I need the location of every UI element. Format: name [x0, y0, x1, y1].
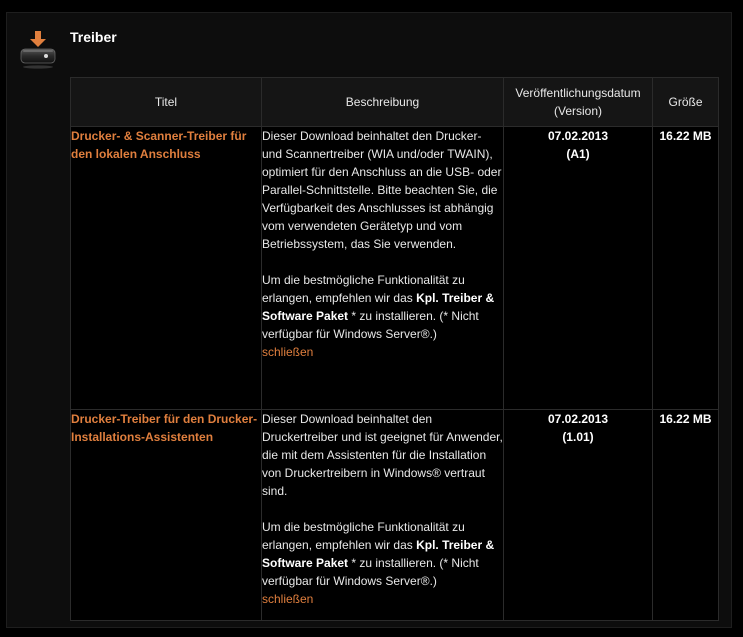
- recommendation-note: Um die bestmögliche Funktionalität zu er…: [262, 518, 503, 608]
- release-date: 07.02.2013 (1.01): [503, 409, 653, 621]
- table-row: Drucker- & Scanner-Treiber für den lokal…: [70, 126, 719, 410]
- close-link[interactable]: schließen: [262, 345, 313, 359]
- hard-drive-download-icon: [20, 31, 56, 69]
- section-title: Treiber: [70, 29, 117, 45]
- column-header-version-label: (Version): [553, 104, 603, 118]
- release-date-value: 07.02.2013: [547, 412, 609, 426]
- release-date: 07.02.2013 (A1): [503, 126, 653, 410]
- file-size: 16.22 MB: [652, 409, 719, 621]
- driver-description: Dieser Download beinhaltet den Druckertr…: [261, 409, 504, 621]
- description-text: Dieser Download beinhaltet den Druckertr…: [262, 412, 503, 498]
- column-header-date-label: Veröffentlichungsdatum: [515, 86, 641, 100]
- table-header-row: Titel Beschreibung Veröffentlichungsdatu…: [70, 77, 719, 127]
- file-size: 16.22 MB: [652, 126, 719, 410]
- driver-title-link[interactable]: Drucker- & Scanner-Treiber für den lokal…: [70, 126, 262, 410]
- column-header-description: Beschreibung: [261, 77, 504, 127]
- release-date-value: 07.02.2013: [547, 129, 609, 143]
- description-text: Dieser Download beinhaltet den Drucker- …: [262, 129, 502, 251]
- column-header-title: Titel: [70, 77, 262, 127]
- close-link[interactable]: schließen: [262, 592, 313, 606]
- driver-description: Dieser Download beinhaltet den Drucker- …: [261, 126, 504, 410]
- recommendation-note: Um die bestmögliche Funktionalität zu er…: [262, 271, 503, 361]
- column-header-size: Größe: [652, 77, 719, 127]
- column-header-date: Veröffentlichungsdatum (Version): [503, 77, 653, 127]
- drivers-panel: Treiber Titel Beschreibung Veröffentlich…: [6, 12, 732, 628]
- version-value: (A1): [566, 147, 590, 161]
- drivers-table: Titel Beschreibung Veröffentlichungsdatu…: [70, 77, 719, 621]
- driver-title-link[interactable]: Drucker-Treiber für den Drucker-Installa…: [70, 409, 262, 621]
- table-row: Drucker-Treiber für den Drucker-Installa…: [70, 409, 719, 621]
- version-value: (1.01): [562, 430, 594, 444]
